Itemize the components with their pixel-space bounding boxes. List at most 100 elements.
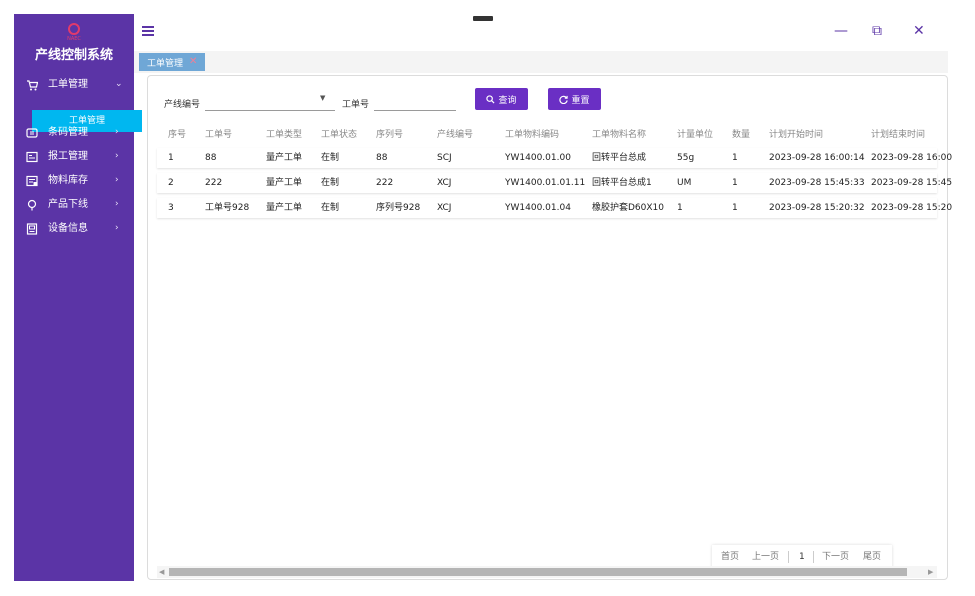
- table-cell: YW1400.01.04: [505, 203, 571, 213]
- caret-down-icon[interactable]: ▼: [320, 94, 325, 102]
- table-cell: 量产工单: [266, 153, 303, 163]
- minimize-button[interactable]: —: [834, 23, 848, 39]
- reset-button-label: 重置: [571, 95, 590, 106]
- table-cell: 回转平台总成1: [592, 178, 652, 188]
- col-header-order-status[interactable]: 工单状态: [321, 127, 357, 140]
- table-cell: 2: [168, 178, 174, 188]
- table-cell: 在制: [321, 178, 340, 188]
- table-cell: 2023-09-28 16:00:14: [769, 153, 865, 163]
- current-page[interactable]: 1: [799, 552, 805, 562]
- sidebar-item-label: 条码管理: [48, 127, 88, 138]
- table-cell: 1: [732, 178, 738, 188]
- table-cell: 2023-09-28 16:00: [871, 153, 953, 163]
- table-cell: 2023-09-28 15:20:32: [769, 203, 865, 213]
- app-window: NAEC 产线控制系统 工单管理 ⌄ 工单管理 条码管理 › 报工管理 › 物料…: [0, 0, 975, 596]
- table-cell: 工单号928: [205, 203, 250, 213]
- sidebar-item-label: 报工管理: [48, 151, 88, 162]
- drag-handle[interactable]: [473, 16, 493, 21]
- logo: NAEC: [67, 23, 81, 42]
- table-cell: 在制: [321, 203, 340, 213]
- reset-button[interactable]: 重置: [548, 88, 601, 110]
- scroll-left-icon[interactable]: ◀: [159, 567, 164, 577]
- app-title: 产线控制系统: [34, 48, 113, 63]
- prev-page-button[interactable]: 上一页: [752, 552, 779, 562]
- table-cell: 2023-09-28 15:20: [871, 203, 953, 213]
- horizontal-scrollbar[interactable]: ◀ ▶: [157, 566, 937, 578]
- tab-label: 工单管理: [147, 58, 184, 69]
- tab-bar: 工单管理 ✕: [134, 51, 948, 73]
- tab-work-order-management[interactable]: 工单管理 ✕: [139, 53, 206, 71]
- line-number-select[interactable]: [205, 110, 335, 111]
- sidebar-item-barcode[interactable]: 条码管理 ›: [14, 123, 134, 143]
- restore-button[interactable]: ⧉: [872, 23, 882, 39]
- sidebar-item-label: 工单管理: [48, 79, 88, 90]
- table-cell: YW1400.01.00: [505, 153, 571, 163]
- sidebar-item-device-info[interactable]: 设备信息 ›: [14, 219, 134, 239]
- col-header-index[interactable]: 序号: [168, 127, 186, 140]
- col-header-plan-end[interactable]: 计划结束时间: [871, 127, 925, 140]
- logo-text: NAEC: [67, 36, 81, 42]
- order-number-input[interactable]: [374, 110, 456, 111]
- close-icon[interactable]: ✕: [189, 57, 197, 67]
- table-cell: 2023-09-28 15:45: [871, 178, 953, 188]
- col-header-qty[interactable]: 数量: [732, 127, 750, 140]
- cart-icon: [27, 80, 38, 91]
- sidebar: NAEC 产线控制系统 工单管理 ⌄ 工单管理 条码管理 › 报工管理 › 物料…: [14, 14, 142, 581]
- col-header-serial[interactable]: 序列号: [376, 127, 403, 140]
- table-cell: XCJ: [437, 178, 452, 188]
- col-header-order-no[interactable]: 工单号: [205, 127, 232, 140]
- sidebar-item-product-offline[interactable]: 产品下线 ›: [14, 195, 134, 215]
- col-header-plan-start[interactable]: 计划开始时间: [769, 127, 823, 140]
- sidebar-item-report[interactable]: 报工管理 ›: [14, 147, 134, 167]
- chevron-right-icon: ›: [115, 199, 119, 209]
- table-cell: 量产工单: [266, 178, 303, 188]
- table-cell: YW1400.01.01.11: [505, 178, 586, 188]
- menu-icon[interactable]: [142, 26, 154, 36]
- chevron-right-icon: ›: [115, 127, 119, 137]
- sidebar-item-label: 物料库存: [48, 175, 88, 186]
- last-page-button[interactable]: 尾页: [863, 552, 881, 562]
- scrollbar-thumb[interactable]: [169, 568, 907, 576]
- table-cell: 序列号928: [376, 203, 421, 213]
- table-cell: 2023-09-28 15:45:33: [769, 178, 865, 188]
- table-cell: UM: [677, 178, 692, 188]
- table-cell: 1: [677, 203, 683, 213]
- device-icon: [26, 223, 38, 235]
- chevron-down-icon: ⌄: [115, 79, 123, 89]
- sidebar-item-inventory[interactable]: 物料库存 ›: [14, 171, 134, 191]
- sidebar-item-work-order[interactable]: 工单管理 ⌄: [14, 75, 134, 95]
- next-page-button[interactable]: 下一页: [822, 552, 849, 562]
- table-cell: 1: [732, 153, 738, 163]
- divider: [813, 551, 814, 563]
- refresh-icon: [559, 95, 569, 104]
- table-cell: 55g: [677, 153, 695, 163]
- chevron-right-icon: ›: [115, 175, 119, 185]
- table-cell: 回转平台总成: [592, 153, 647, 163]
- scroll-right-icon[interactable]: ▶: [928, 567, 933, 577]
- product-icon: [27, 199, 37, 211]
- table-cell: 3: [168, 203, 174, 213]
- col-header-order-type[interactable]: 工单类型: [266, 127, 302, 140]
- table-cell: SCJ: [437, 153, 452, 163]
- order-number-label: 工单号: [342, 100, 370, 110]
- col-header-unit[interactable]: 计量单位: [677, 127, 713, 140]
- table-cell: XCJ: [437, 203, 452, 213]
- table-cell: 88: [205, 153, 217, 163]
- barcode-icon: [26, 128, 38, 138]
- search-icon: [486, 94, 495, 104]
- first-page-button[interactable]: 首页: [721, 552, 739, 562]
- table-cell: 88: [376, 153, 388, 163]
- chevron-right-icon: ›: [115, 223, 119, 233]
- sidebar-item-label: 产品下线: [48, 199, 88, 210]
- col-header-material-code[interactable]: 工单物料编码: [505, 127, 559, 140]
- close-button[interactable]: ✕: [913, 23, 925, 39]
- report-icon: [26, 151, 38, 163]
- search-button[interactable]: 查询: [475, 88, 528, 110]
- divider: [788, 551, 789, 563]
- table-cell: 橡胶护套D60X10: [592, 203, 665, 213]
- col-header-material-name[interactable]: 工单物料名称: [592, 127, 646, 140]
- table-cell: 量产工单: [266, 203, 303, 213]
- table-cell: 222: [205, 178, 223, 188]
- col-header-line-no[interactable]: 产线编号: [437, 127, 473, 140]
- inventory-icon: [26, 175, 38, 187]
